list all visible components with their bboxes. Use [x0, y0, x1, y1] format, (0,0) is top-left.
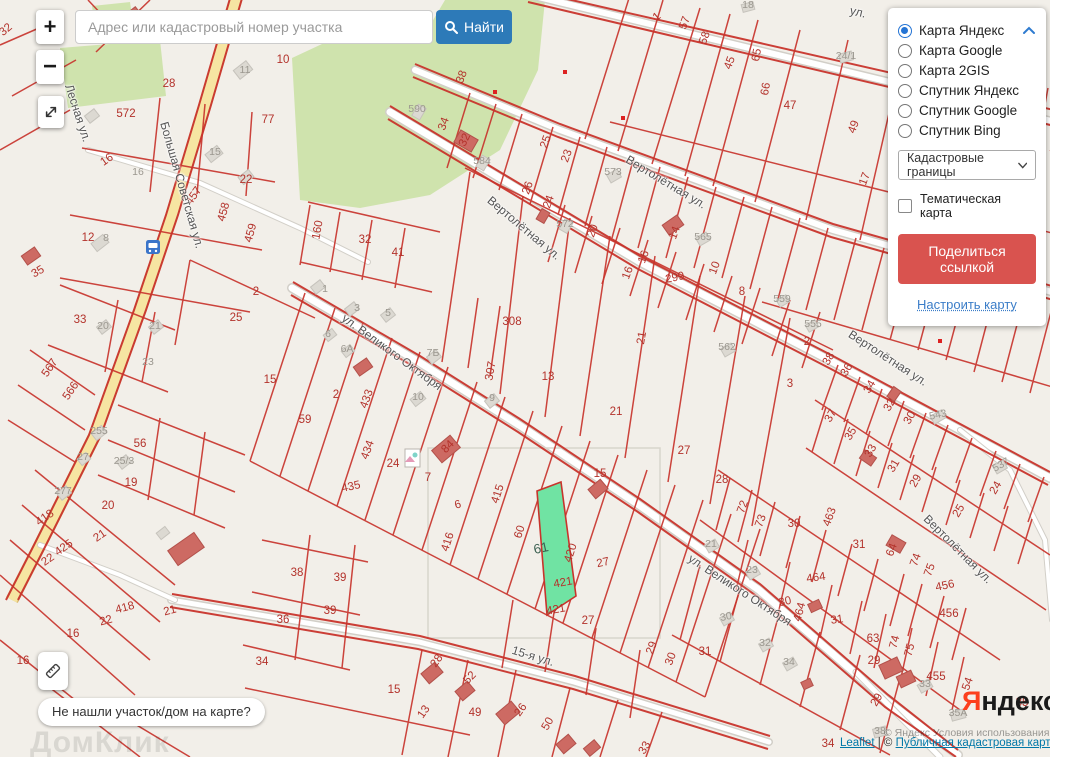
radio-icon — [898, 63, 912, 78]
fullscreen-button[interactable] — [38, 96, 64, 128]
thematic-map-label: Тематическая карта — [920, 192, 1002, 220]
layer-label: Спутник Яндекс — [919, 83, 1020, 98]
ruler-icon — [45, 663, 61, 679]
layer-option-sat-bing[interactable]: Спутник Bing — [898, 123, 1036, 138]
radio-icon — [898, 83, 912, 98]
search-icon — [445, 21, 459, 34]
layer-label: Карта 2GIS — [919, 63, 990, 78]
zoom-out-button[interactable]: − — [36, 50, 64, 84]
attribution: Leaflet | © Публичная кадастровая карта,… — [840, 737, 1050, 749]
measure-button[interactable] — [38, 652, 68, 690]
park-area — [60, 40, 166, 108]
layer-label: Карта Google — [919, 43, 1003, 58]
overlay-type-select[interactable]: Кадастровые границы — [898, 150, 1036, 180]
bus-stop-icon[interactable] — [146, 240, 160, 254]
search-input[interactable] — [75, 10, 433, 44]
layer-option-sat-google[interactable]: Спутник Google — [898, 103, 1036, 118]
find-button-label: Найти — [464, 19, 504, 35]
layer-label: Спутник Google — [919, 103, 1018, 118]
layers-panel: Карта Яндекс Карта Google Карта 2GIS Спу… — [888, 8, 1046, 326]
expand-arrows-icon — [45, 106, 57, 118]
layer-option-sat-yandex[interactable]: Спутник Яндекс — [898, 83, 1036, 98]
share-link-button[interactable]: Поделиться ссылкой — [898, 234, 1036, 284]
overlay-type-value: Кадастровые границы — [907, 151, 984, 179]
layer-option-map-2gis[interactable]: Карта 2GIS — [898, 63, 1036, 78]
radio-icon — [898, 103, 912, 118]
checkbox-icon[interactable] — [898, 199, 912, 213]
pkk-link[interactable]: Публичная кадастровая карта, — [896, 737, 1050, 749]
zoom-in-button[interactable]: + — [36, 10, 64, 44]
customize-map-link[interactable]: Настроить карту — [898, 297, 1036, 312]
radio-icon — [898, 123, 912, 138]
cadastral-map-app: 3227281011572771616152212845745845935332… — [0, 0, 1050, 757]
photo-marker-icon[interactable] — [404, 448, 421, 468]
not-found-link[interactable]: Не нашли участок/дом на карте? — [38, 698, 265, 726]
find-button[interactable]: Найти — [436, 10, 512, 44]
radio-icon — [898, 23, 912, 38]
layer-option-map-yandex[interactable]: Карта Яндекс — [898, 23, 1036, 38]
chevron-up-icon[interactable] — [1022, 26, 1036, 35]
yandex-logo: Яндекс — [962, 686, 1050, 716]
domclick-watermark: ДомКлик — [30, 726, 170, 757]
leaflet-link[interactable]: Leaflet — [840, 737, 875, 749]
thematic-map-checkbox-row[interactable]: Тематическая карта — [898, 192, 1036, 220]
layer-label: Карта Яндекс — [919, 23, 1005, 38]
chevron-down-icon — [1017, 162, 1027, 169]
layer-option-map-google[interactable]: Карта Google — [898, 43, 1036, 58]
layer-label: Спутник Bing — [919, 123, 1001, 138]
radio-icon — [898, 43, 912, 58]
